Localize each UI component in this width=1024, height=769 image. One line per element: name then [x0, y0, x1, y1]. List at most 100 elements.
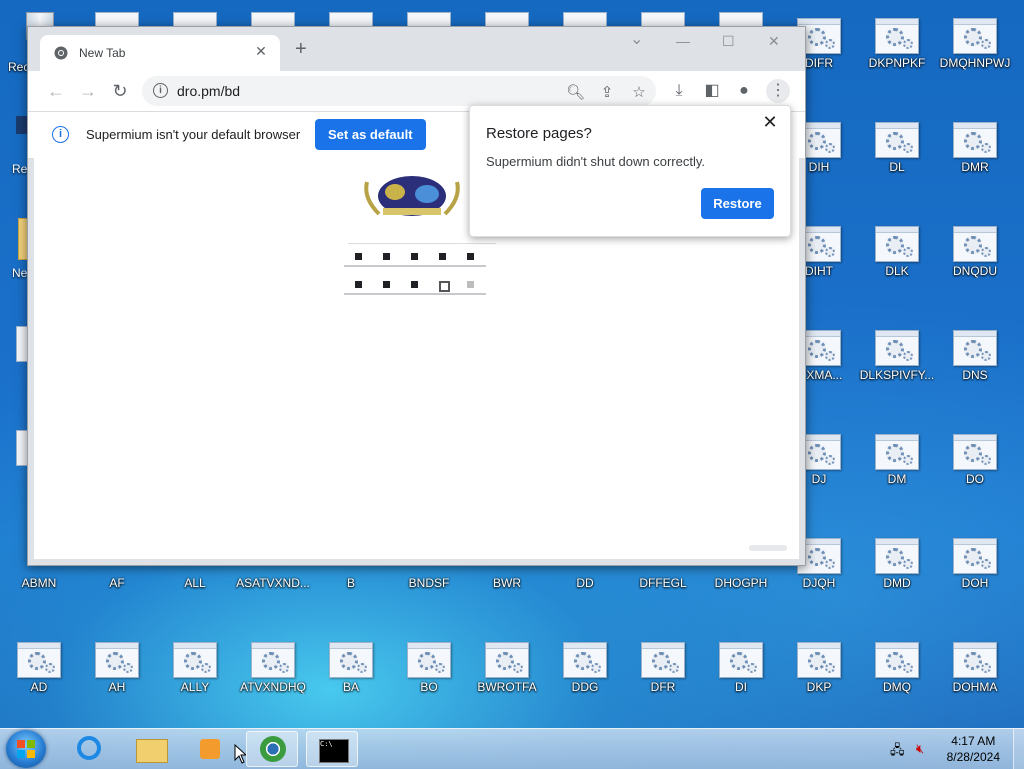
program-icon [875, 226, 919, 262]
program-icon [173, 642, 217, 678]
desktop-icon[interactable]: ATVXNDHQ [234, 630, 312, 730]
icon-label: DMR [961, 160, 989, 174]
desktop-icon[interactable]: DMD [858, 526, 936, 626]
program-icon [563, 642, 607, 678]
program-icon [953, 122, 997, 158]
clock[interactable]: 4:17 AM 8/28/2024 [947, 733, 1000, 765]
shortcut-tile[interactable] [456, 251, 486, 275]
icon-label: DO [966, 472, 984, 486]
desktop-icon[interactable]: DMR [936, 110, 1014, 210]
desktop-icon[interactable]: DNQDU [936, 214, 1014, 314]
infobar-message: Supermium isn't your default browser [86, 127, 301, 142]
desktop-icon[interactable]: DMQHNPWJ [936, 6, 1014, 106]
shortcut-tile[interactable] [372, 279, 402, 303]
taskbar-internet-explorer[interactable] [64, 731, 116, 767]
taskbar-media-player[interactable] [184, 731, 236, 767]
icon-label: ALLY [180, 680, 210, 694]
desktop-icon[interactable]: DLKSPIVFY... [858, 318, 936, 418]
close-window-button[interactable]: ✕ [768, 33, 780, 50]
desktop-icon[interactable]: DO [936, 422, 1014, 522]
side-panel-icon[interactable]: ◧ [702, 81, 722, 101]
taskbar: C:\ 🖧 🔇︎ 4:17 AM 8/28/2024 [0, 728, 1024, 769]
desktop-icon[interactable]: DNS [936, 318, 1014, 418]
icon-label: BNDSF [408, 576, 450, 590]
desktop-icon[interactable]: BWROTFA [468, 630, 546, 730]
program-icon [953, 538, 997, 574]
icon-label: DOHMA [952, 680, 998, 694]
desktop-icon[interactable]: DLK [858, 214, 936, 314]
desktop-icon[interactable]: AD [0, 630, 78, 730]
dialog-close-icon[interactable]: ✕ [760, 112, 780, 133]
desktop-icon[interactable]: DKPNPKF [858, 6, 936, 106]
taskbar-supermium[interactable] [246, 731, 298, 767]
shortcut-tile[interactable] [344, 251, 374, 275]
site-info-icon[interactable]: i [153, 83, 168, 98]
program-icon [485, 642, 529, 678]
url-text: dro.pm/bd [177, 83, 241, 99]
program-icon [407, 642, 451, 678]
show-desktop-button[interactable] [1013, 729, 1024, 769]
address-bar[interactable]: i dro.pm/bd 🔍︎ ⇪ ☆ [142, 76, 656, 106]
network-icon[interactable]: 🖧 [890, 741, 905, 763]
icon-label: ASATVXND... [236, 576, 310, 590]
icon-label: DNQDU [953, 264, 997, 278]
icon-label: AF [109, 576, 125, 590]
tab-close-icon[interactable]: ✕ [252, 43, 270, 60]
desktop-icon[interactable]: DI [702, 630, 780, 730]
profile-icon[interactable]: ● [734, 81, 754, 101]
icon-label: DFR [650, 680, 676, 694]
volume-muted-icon[interactable]: 🔇︎ [916, 741, 924, 757]
shortcut-tile[interactable] [400, 279, 430, 303]
customize-button[interactable] [749, 545, 787, 551]
share-icon[interactable]: ⇪ [598, 83, 616, 101]
minimize-button[interactable]: — [676, 33, 690, 49]
desktop-icon[interactable]: DFR [624, 630, 702, 730]
taskbar-file-explorer[interactable] [124, 731, 176, 767]
taskbar-command-prompt[interactable]: C:\ [306, 731, 358, 767]
new-tab-button[interactable]: + [295, 39, 307, 59]
desktop-icon[interactable]: DOHMA [936, 630, 1014, 730]
program-icon [875, 330, 919, 366]
desktop-icon[interactable]: BO [390, 630, 468, 730]
desktop-icon[interactable]: DKP [780, 630, 858, 730]
shortcut-tile[interactable] [428, 251, 458, 275]
menu-kebab-icon[interactable]: ⋮ [766, 79, 790, 103]
zoom-icon[interactable]: 🔍︎ [566, 83, 585, 101]
program-icon [953, 18, 997, 54]
back-arrow-icon[interactable]: ← [46, 81, 66, 101]
tab-title: New Tab [79, 46, 126, 60]
desktop-icon[interactable]: DMQ [858, 630, 936, 730]
bookmark-star-icon[interactable]: ☆ [630, 83, 648, 101]
program-icon [875, 18, 919, 54]
forward-arrow-icon[interactable]: → [78, 81, 98, 101]
icon-label: BO [420, 680, 438, 694]
maximize-button[interactable]: ☐ [722, 33, 735, 50]
shortcut-tile[interactable] [428, 279, 458, 303]
desktop-icon[interactable]: DDG [546, 630, 624, 730]
desktop-icon[interactable]: ALLY [156, 630, 234, 730]
start-button[interactable] [6, 730, 46, 768]
desktop-icon[interactable]: DOH [936, 526, 1014, 626]
shortcut-tile[interactable] [456, 279, 486, 303]
program-icon [641, 642, 685, 678]
restore-button[interactable]: Restore [701, 188, 774, 219]
shortcut-tile[interactable] [344, 279, 374, 303]
shortcut-tile[interactable] [372, 251, 402, 275]
desktop-icon[interactable]: AH [78, 630, 156, 730]
reload-icon[interactable]: ↻ [110, 81, 130, 101]
tab-search-icon[interactable]: ⌄ [630, 29, 643, 49]
desktop-icon[interactable]: DM [858, 422, 936, 522]
tab-new-tab[interactable]: New Tab ✕ [40, 35, 280, 71]
desktop-icon[interactable]: DL [858, 110, 936, 210]
program-icon [95, 642, 139, 678]
desktop-icon[interactable]: BA [312, 630, 390, 730]
set-as-default-button[interactable]: Set as default [315, 119, 426, 150]
download-icon[interactable]: ⤓ [669, 81, 689, 101]
icon-label: DHOGPH [714, 576, 768, 590]
doodle-logo[interactable] [359, 170, 465, 220]
icon-label: DMD [883, 576, 911, 590]
icon-label: ATVXNDHQ [240, 680, 306, 694]
dialog-message: Supermium didn't shut down correctly. [486, 154, 706, 169]
shortcut-tile[interactable] [400, 251, 430, 275]
folder-icon [136, 739, 168, 763]
